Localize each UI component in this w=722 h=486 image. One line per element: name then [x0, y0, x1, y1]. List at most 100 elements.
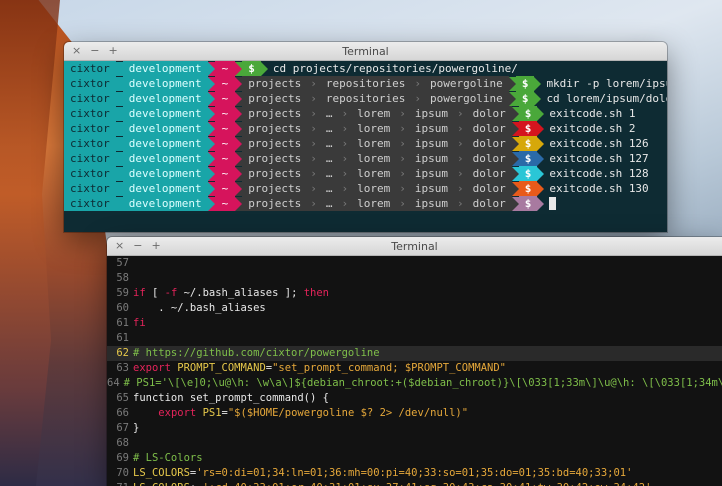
path-separator: ›	[453, 196, 467, 211]
prompt-host: development	[122, 151, 208, 166]
path-segment: …	[319, 136, 339, 151]
editor-buffer[interactable]: 57 58 59 if [ -f ~/.bash_aliases ]; then 60 …	[107, 256, 722, 486]
path-separator: ›	[411, 76, 424, 91]
segment-arrow	[115, 61, 123, 76]
code-line: 71LS_COLORS+=':cd=40;33;01:or=40;31;01:s…	[107, 481, 722, 486]
code-token: . ~/.bash_aliases	[133, 302, 266, 314]
command-text: exitcode.sh 2	[549, 122, 636, 135]
path-separator: ›	[338, 136, 352, 151]
prompt-user: cixtor	[64, 166, 116, 181]
code-line: 61	[107, 331, 722, 346]
prompt-home: ~	[214, 151, 236, 166]
path-segment: repositories	[319, 91, 412, 106]
prompt-status-dollar: $	[518, 106, 538, 121]
path-separator: ›	[307, 91, 320, 106]
path-separator: ›	[396, 166, 409, 181]
segment-arrow	[207, 76, 215, 91]
prompt-user: cixtor	[64, 61, 116, 76]
prompt-host: development	[122, 61, 208, 76]
path-separator: ›	[338, 151, 352, 166]
segment-arrow	[115, 121, 123, 136]
path-separator: ›	[338, 106, 352, 121]
path-segment: ipsum	[408, 181, 454, 196]
code-token: PS1	[202, 407, 222, 419]
segment-arrow	[235, 91, 243, 106]
prompt-user: cixtor	[64, 136, 116, 151]
segment-arrow	[207, 136, 215, 151]
path-segment: lorem	[351, 106, 397, 121]
path-separator: ›	[453, 166, 467, 181]
code-line: 62 # https://github.com/cixtor/powergolin…	[107, 346, 722, 361]
segment-arrow	[511, 196, 519, 211]
path-segment: …	[319, 181, 339, 196]
prompt-user: cixtor	[64, 76, 116, 91]
prompt-status-dollar: $	[515, 76, 535, 91]
prompt-status-dollar: $	[518, 136, 538, 151]
code-line: 60 . ~/.bash_aliases	[107, 301, 722, 316]
path-segment: projects	[242, 196, 308, 211]
segment-arrow	[207, 166, 215, 181]
code-line: 58	[107, 271, 722, 286]
segment-arrow	[534, 91, 542, 106]
command-text: exitcode.sh 128	[549, 167, 649, 180]
prompt-host: development	[122, 166, 208, 181]
segment-arrow	[207, 106, 215, 121]
command-text: cd lorem/ipsum/dolor/	[546, 92, 667, 105]
code-line: 61 fi	[107, 316, 722, 331]
prompt-host: development	[122, 121, 208, 136]
segment-arrow	[115, 136, 123, 151]
code-line: 59 if [ -f ~/.bash_aliases ]; then	[107, 286, 722, 301]
path-separator: ›	[307, 166, 320, 181]
prompt-line: cixtor development ~ projects ›… › lorem › ipsum…	[64, 181, 667, 196]
terminal-output[interactable]: cixtor development ~ $ cd projects/repositor…	[64, 61, 667, 232]
code-token: -f	[164, 287, 178, 299]
path-separator: ›	[453, 121, 467, 136]
code-text: LS_COLORS+=':cd=40;33;01:or=40;31;01:su=…	[133, 481, 651, 486]
code-text: }	[133, 421, 139, 436]
line-number: 65	[116, 392, 129, 404]
code-line: 67}	[107, 421, 722, 436]
code-token: export	[133, 362, 178, 374]
segment-arrow	[115, 76, 123, 91]
code-token: }	[133, 422, 140, 434]
segment-arrow	[511, 181, 519, 196]
titlebar[interactable]: × − + Terminal	[107, 237, 722, 256]
line-number: 60	[116, 302, 129, 314]
terminal-window-editor[interactable]: × − + Terminal 57 58 59 if [ -f ~/.bash_ali…	[107, 237, 722, 486]
path-segment: lorem	[351, 166, 397, 181]
code-token: [	[145, 287, 165, 299]
code-text: # https://github.com/cixtor/powergoline	[133, 346, 380, 361]
command-text: mkdir -p lorem/ipsum/dolor	[546, 77, 667, 90]
terminal-window-prompt[interactable]: × − + Terminal cixtor development ~ $ cd pro…	[64, 42, 667, 232]
path-separator: ›	[453, 136, 467, 151]
path-segment: dolor	[466, 181, 512, 196]
path-segment: projects	[242, 151, 308, 166]
window-title: Terminal	[342, 45, 389, 58]
path-segment: dolor	[466, 196, 512, 211]
code-text: if [ -f ~/.bash_aliases ]; then	[133, 286, 329, 301]
path-segment: dolor	[466, 166, 512, 181]
prompt-home: ~	[214, 121, 236, 136]
path-separator: ›	[453, 151, 467, 166]
path-segment: powergoline	[423, 76, 509, 91]
prompt-home: ~	[214, 181, 236, 196]
segment-arrow	[207, 196, 215, 211]
path-segment: …	[319, 166, 339, 181]
path-segment: projects	[242, 136, 308, 151]
segment-arrow	[508, 91, 516, 106]
path-segment: ipsum	[408, 106, 454, 121]
segment-arrow	[537, 166, 545, 181]
titlebar[interactable]: × − + Terminal	[64, 42, 667, 61]
path-segment: projects	[242, 91, 308, 106]
segment-arrow	[115, 166, 123, 181]
code-line: 66 export PS1="$($HOME/powergoline $? 2>…	[107, 406, 722, 421]
path-separator: ›	[338, 121, 352, 136]
line-number: 61	[116, 317, 129, 329]
line-number: 59	[116, 287, 129, 299]
path-separator: ›	[453, 181, 467, 196]
code-token: export	[158, 407, 203, 419]
prompt-line: cixtor development ~ projects › repositories ›…	[64, 91, 667, 106]
path-separator: ›	[307, 196, 320, 211]
path-separator: ›	[396, 181, 409, 196]
prompt-host: development	[122, 181, 208, 196]
